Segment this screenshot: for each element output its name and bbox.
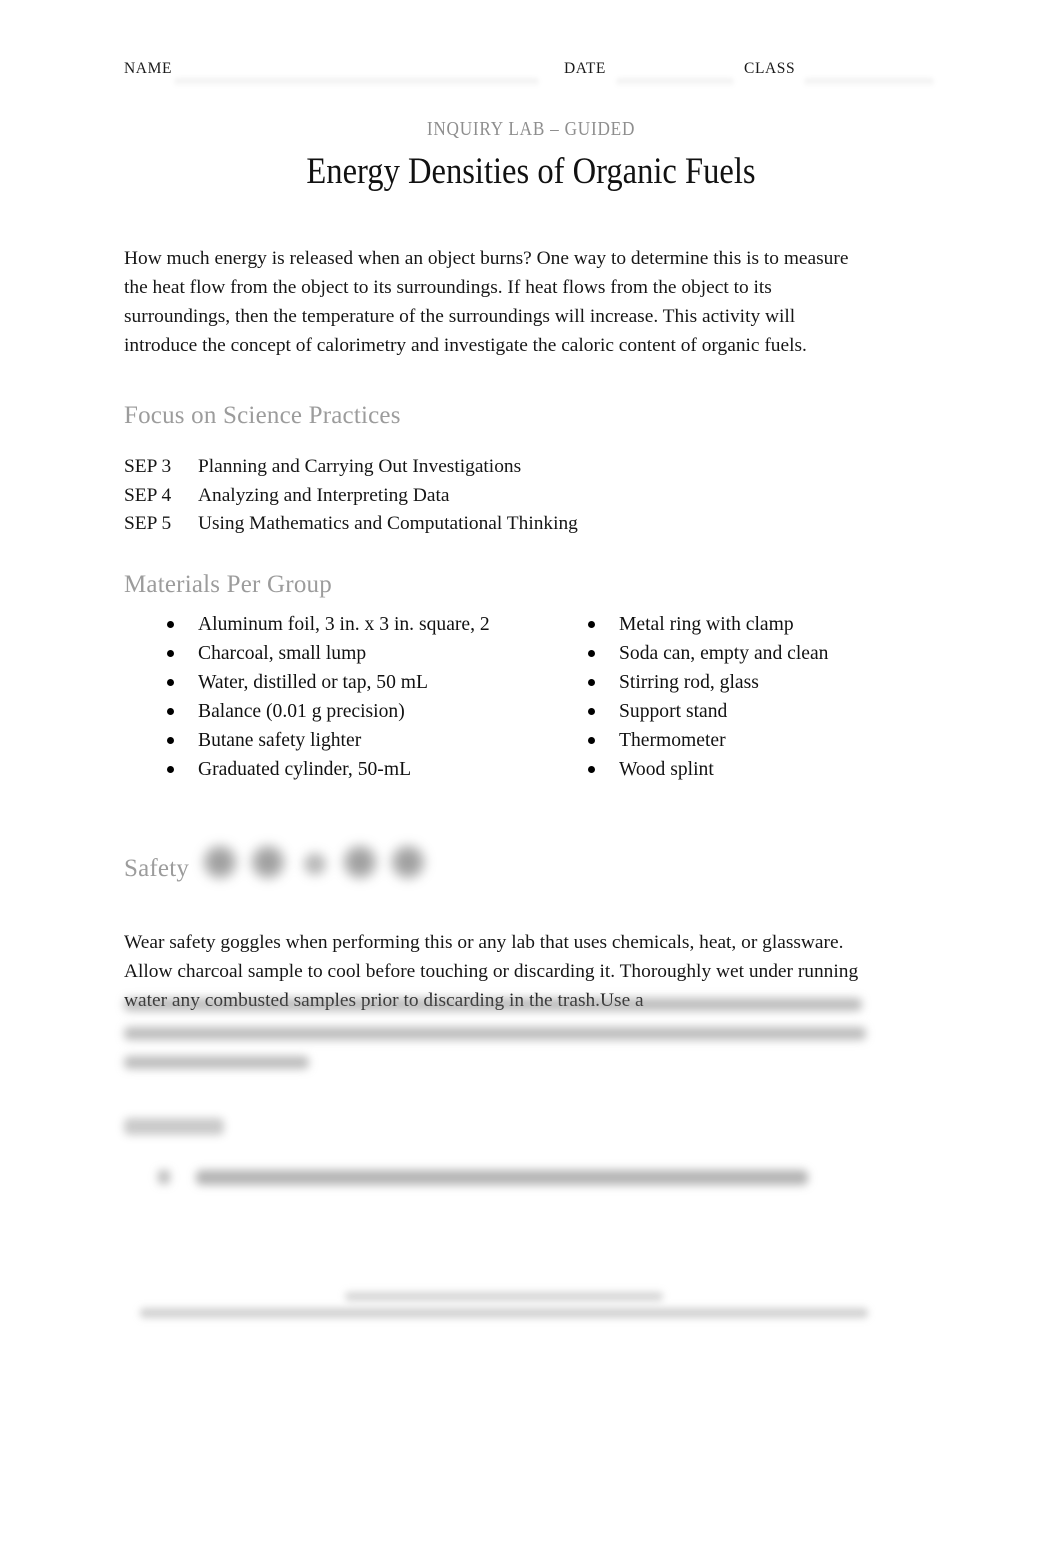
- materials-right-column: Metal ring with clamp Soda can, empty an…: [583, 610, 963, 784]
- materials-left-column: Aluminum foil, 3 in. x 3 in. square, 2 C…: [162, 610, 562, 784]
- name-input-blank[interactable]: [174, 78, 539, 87]
- page-title: Energy Densities of Organic Fuels: [306, 151, 756, 192]
- intro-paragraph: How much energy is released when an obje…: [124, 248, 849, 356]
- sep-label: Analyzing and Interpreting Data: [198, 484, 450, 506]
- section-heading-science-practices: Focus on Science Practices: [124, 402, 401, 429]
- list-number: [158, 1170, 170, 1184]
- bullet-icon: [588, 708, 595, 715]
- material-label: Thermometer: [619, 730, 726, 751]
- bullet-icon: [167, 679, 174, 686]
- gloves-icon: [343, 845, 377, 879]
- section-heading-materials: Materials Per Group: [124, 571, 332, 598]
- sep-label: Using Mathematics and Computational Thin…: [198, 513, 578, 535]
- list-item: Graduated cylinder, 50-mL: [162, 755, 562, 784]
- copyright-line: [345, 1292, 663, 1301]
- material-label: Balance (0.01 g precision): [198, 701, 405, 722]
- list-item: Balance (0.01 g precision): [162, 697, 562, 726]
- list-item: Charcoal, small lump: [162, 639, 562, 668]
- bullet-icon: [167, 650, 174, 657]
- name-label: NAME: [124, 60, 173, 77]
- bullet-icon: [588, 650, 595, 657]
- material-label: Support stand: [619, 701, 728, 722]
- sep-label: Planning and Carrying Out Investigations: [198, 456, 522, 477]
- document-page: NAME DATE CLASS INQUIRY LAB – GUIDED Ene…: [0, 0, 1062, 1561]
- bullet-icon: [167, 766, 174, 773]
- science-practices-list: SEP 3 Planning and Carrying Out Investiga…: [124, 453, 824, 539]
- material-label: Wood splint: [619, 759, 714, 780]
- class-label: CLASS: [744, 60, 796, 77]
- material-label: Charcoal, small lump: [198, 643, 367, 664]
- list-item: Water, distilled or tap, 50 mL: [162, 668, 562, 697]
- section-heading-procedure-blurred: [124, 1118, 224, 1135]
- safety-paragraph-blurred-continuation: [124, 998, 866, 1085]
- material-label: Stirring rod, glass: [619, 672, 759, 693]
- list-item: Butane safety lighter: [162, 726, 562, 755]
- bullet-icon: [588, 679, 595, 686]
- class-input-blank[interactable]: [804, 78, 934, 87]
- list-item: SEP 5 Using Mathematics and Computational…: [124, 510, 824, 539]
- permissions-line: [140, 1308, 868, 1318]
- date-input-blank[interactable]: [616, 78, 734, 87]
- material-label: Water, distilled or tap, 50 mL: [198, 672, 428, 693]
- bullet-icon: [588, 621, 595, 628]
- material-label: Butane safety lighter: [198, 730, 362, 751]
- list-item: SEP 3 Planning and Carrying Out Investiga…: [124, 453, 824, 482]
- bullet-icon: [588, 737, 595, 744]
- safety-icon-row: [203, 839, 425, 891]
- material-label: Metal ring with clamp: [619, 614, 794, 635]
- lab-apron-icon: [251, 845, 285, 879]
- procedure-list-item-blurred: [158, 1170, 808, 1185]
- flame-hazard-icon: [304, 853, 326, 875]
- bullet-icon: [167, 737, 174, 744]
- list-item: Metal ring with clamp: [583, 610, 963, 639]
- material-label: Soda can, empty and clean: [619, 643, 829, 664]
- bullet-icon: [167, 621, 174, 628]
- safety-goggles-icon: [203, 845, 237, 879]
- bullet-icon: [588, 766, 595, 773]
- section-heading-safety: Safety: [124, 855, 190, 882]
- sep-code: SEP 5: [124, 513, 172, 535]
- date-label: DATE: [564, 60, 607, 77]
- material-label: Graduated cylinder, 50-mL: [198, 759, 412, 780]
- material-label: Aluminum foil, 3 in. x 3 in. square, 2: [198, 614, 490, 635]
- procedure-text: [196, 1170, 808, 1185]
- list-item: Soda can, empty and clean: [583, 639, 963, 668]
- list-item: Aluminum foil, 3 in. x 3 in. square, 2: [162, 610, 562, 639]
- student-info-header: NAME DATE CLASS: [124, 60, 938, 87]
- list-item: Wood splint: [583, 755, 963, 784]
- sep-code: SEP 4: [124, 484, 172, 506]
- list-item: Stirring rod, glass: [583, 668, 963, 697]
- lab-type-kicker: INQUIRY LAB – GUIDED: [426, 118, 636, 140]
- list-item: Thermometer: [583, 726, 963, 755]
- list-item: SEP 4 Analyzing and Interpreting Data: [124, 482, 824, 511]
- page-footer-blurred: [140, 1292, 868, 1318]
- list-item: Support stand: [583, 697, 963, 726]
- hand-wash-icon: [391, 845, 425, 879]
- sep-code: SEP 3: [124, 456, 172, 477]
- bullet-icon: [167, 708, 174, 715]
